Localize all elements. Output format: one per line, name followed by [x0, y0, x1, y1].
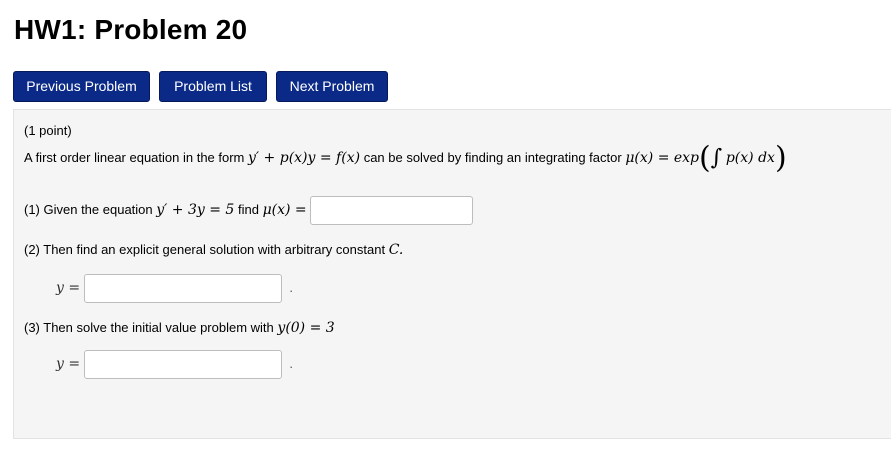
ivp-answer-period: .	[289, 355, 293, 371]
q1-mu-label: μ(x) =	[262, 201, 307, 218]
problem-nav: Previous Problem Problem List Next Probl…	[13, 71, 388, 102]
question-3: (3) Then solve the initial value problem…	[24, 320, 335, 336]
answer-row-general: y = .	[56, 274, 293, 303]
q3-text-prefix: (3) Then solve the initial value problem…	[24, 320, 274, 335]
page-title: HW1: Problem 20	[14, 14, 248, 45]
left-paren-glyph: (	[699, 140, 711, 176]
question-2: (2) Then find an explicit general soluti…	[24, 242, 403, 258]
general-answer-label: y =	[56, 279, 81, 296]
next-problem-button[interactable]: Next Problem	[276, 71, 388, 102]
intro-text-prefix: A first order linear equation in the for…	[24, 150, 245, 165]
mu-answer-input[interactable]	[310, 196, 474, 225]
answer-row-ivp: y = .	[56, 350, 293, 379]
problem-list-button[interactable]: Problem List	[159, 71, 267, 102]
q2-constant: C.	[388, 242, 404, 258]
previous-problem-button[interactable]: Previous Problem	[13, 71, 150, 102]
intro-integrand: p(x) dx	[725, 150, 775, 166]
points-label: (1 point)	[24, 123, 72, 138]
general-solution-input[interactable]	[83, 274, 282, 303]
ivp-solution-input[interactable]	[83, 350, 282, 379]
right-paren-glyph: )	[774, 140, 787, 176]
integral-glyph: ∫	[710, 145, 723, 171]
general-answer-period: .	[289, 279, 293, 295]
problem-body: (1 point) A first order linear equation …	[13, 109, 891, 439]
intro-text-mid: can be solved by finding an integrating …	[363, 150, 622, 165]
intro-equation-form: y′ + p(x)y = f(x)	[248, 150, 361, 166]
q2-text: (2) Then find an explicit general soluti…	[24, 242, 386, 257]
intro-mu-exp: μ(x) = exp	[625, 150, 700, 166]
q3-initial-condition: y(0) = 3	[277, 320, 335, 336]
ivp-answer-label: y =	[56, 355, 81, 372]
problem-intro: A first order linear equation in the for…	[24, 143, 787, 173]
q1-equation: y′ + 3y = 5	[156, 201, 235, 218]
q1-text-prefix: (1) Given the equation	[24, 201, 153, 217]
q1-find-text: find	[237, 201, 259, 217]
question-1: (1) Given the equation y′ + 3y = 5 find …	[24, 196, 474, 225]
